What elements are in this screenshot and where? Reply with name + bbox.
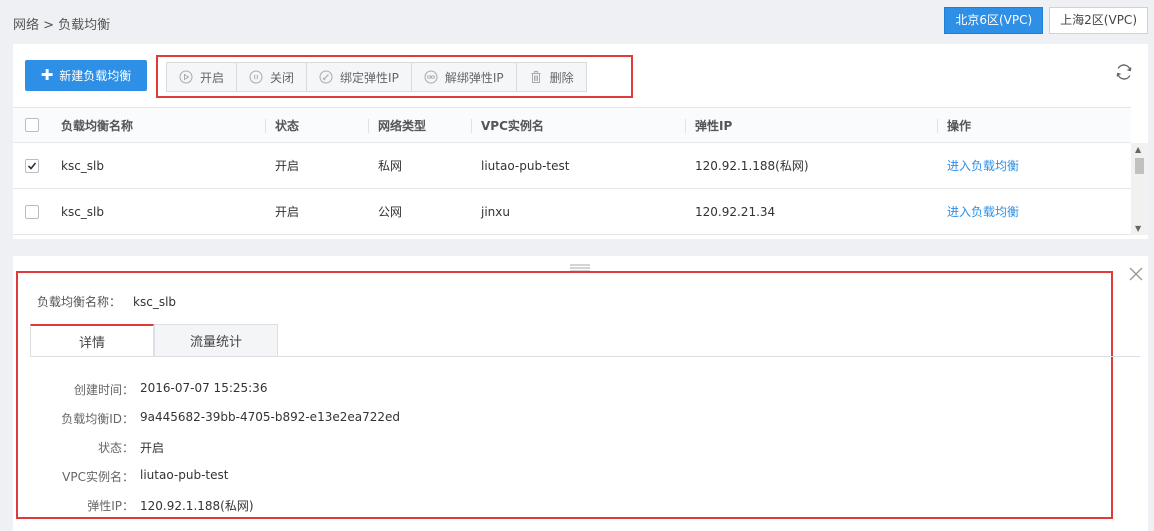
row-checkbox[interactable] bbox=[25, 204, 39, 219]
unbind-eip-button[interactable]: 解绑弹性IP bbox=[411, 63, 517, 91]
info-row-status: 状态： 开启 bbox=[18, 439, 618, 455]
trash-icon bbox=[531, 71, 541, 83]
info-label: 创建时间： bbox=[73, 383, 134, 397]
slb-status: 开启 bbox=[275, 159, 300, 173]
slb-table: 负载均衡名称 状态 网络类型 VPC实例名 弹性IP 操作 ksc_slb 开启… bbox=[13, 107, 1131, 235]
tab-traffic-stats[interactable]: 流量统计 bbox=[154, 324, 278, 357]
play-icon bbox=[179, 70, 193, 84]
region-shanghai2-button[interactable]: 上海2区(VPC) bbox=[1049, 7, 1148, 34]
link-icon bbox=[319, 70, 333, 84]
info-label: 弹性IP： bbox=[87, 499, 134, 513]
slb-status: 开启 bbox=[275, 205, 300, 219]
info-value: 9a445682-39bb-4705-b892-e13e2ea722ed bbox=[140, 410, 400, 424]
info-label: 状态： bbox=[97, 441, 134, 455]
select-all-checkbox[interactable] bbox=[25, 118, 39, 132]
info-row-created: 创建时间： 2016-07-07 15:25:36 bbox=[18, 381, 618, 397]
slb-vpc: liutao-pub-test bbox=[481, 158, 570, 173]
info-label: VPC实例名： bbox=[62, 470, 134, 484]
start-button[interactable]: 开启 bbox=[167, 63, 238, 91]
bind-eip-label: 绑定弹性IP bbox=[340, 70, 399, 85]
info-row-vpc: VPC实例名： liutao-pub-test bbox=[18, 468, 618, 484]
header-name[interactable]: 负载均衡名称 bbox=[61, 108, 133, 142]
unlink-icon bbox=[424, 70, 438, 84]
detail-highlight-frame: 负载均衡名称： ksc_slb 详情 流量统计 创建时间： 2016-07-07 … bbox=[16, 271, 1140, 519]
table-row[interactable]: ksc_slb 开启 私网 liutao-pub-test 120.92.1.1… bbox=[13, 143, 1131, 189]
detail-name-value: ksc_slb bbox=[133, 295, 177, 309]
header-action: 操作 bbox=[936, 108, 971, 142]
row-select-cell bbox=[25, 189, 39, 234]
enter-slb-link[interactable]: 进入负载均衡 bbox=[947, 189, 1019, 234]
info-row-eip: 弹性IP： 120.92.1.188(私网) bbox=[18, 497, 618, 513]
stop-label: 关闭 bbox=[270, 70, 295, 85]
slb-detail-panel: 负载均衡名称： ksc_slb 详情 流量统计 创建时间： 2016-07-07 … bbox=[13, 256, 1148, 531]
bind-eip-button[interactable]: 绑定弹性IP bbox=[307, 63, 412, 91]
close-icon[interactable] bbox=[1128, 266, 1144, 282]
check-icon bbox=[27, 161, 37, 170]
toolbar-highlight-frame: 开启 关闭 绑定弹性IP 解绑弹性IP 删除 bbox=[156, 55, 633, 98]
scrollbar-thumb[interactable] bbox=[1135, 158, 1144, 174]
slb-vpc: jinxu bbox=[481, 204, 510, 219]
detail-name-line: 负载均衡名称： ksc_slb bbox=[37, 293, 176, 310]
scroll-down-icon[interactable]: ▼ bbox=[1135, 224, 1141, 233]
stop-button[interactable]: 关闭 bbox=[237, 63, 308, 91]
enter-slb-link[interactable]: 进入负载均衡 bbox=[947, 143, 1019, 188]
info-row-id: 负载均衡ID： 9a445682-39bb-4705-b892-e13e2ea7… bbox=[18, 410, 618, 426]
info-value: 开启 bbox=[140, 441, 165, 455]
header-eip[interactable]: 弹性IP bbox=[684, 108, 732, 142]
start-label: 开启 bbox=[200, 70, 225, 85]
unbind-eip-label: 解绑弹性IP bbox=[444, 70, 504, 85]
table-row[interactable]: ksc_slb 开启 公网 jinxu 120.92.21.34 进入负载均衡 bbox=[13, 189, 1131, 235]
header-status[interactable]: 状态 bbox=[264, 108, 299, 142]
delete-button[interactable]: 删除 bbox=[516, 63, 586, 91]
action-toolbar: 开启 关闭 绑定弹性IP 解绑弹性IP 删除 bbox=[166, 62, 587, 92]
info-value: liutao-pub-test bbox=[140, 468, 229, 482]
tab-divider bbox=[30, 356, 1140, 357]
info-value: 2016-07-07 15:25:36 bbox=[140, 381, 268, 395]
region-beijing6-button[interactable]: 北京6区(VPC) bbox=[944, 7, 1044, 34]
slb-eip: 120.92.21.34 bbox=[695, 204, 776, 219]
table-header: 负载均衡名称 状态 网络类型 VPC实例名 弹性IP 操作 bbox=[13, 107, 1131, 143]
delete-label: 删除 bbox=[549, 70, 574, 85]
detail-tabs: 详情 流量统计 bbox=[30, 324, 278, 357]
slb-net-type: 公网 bbox=[378, 205, 403, 219]
detail-name-label: 负载均衡名称： bbox=[37, 295, 122, 309]
slb-name: ksc_slb bbox=[61, 158, 105, 173]
slb-name: ksc_slb bbox=[61, 204, 105, 219]
pause-icon bbox=[249, 70, 263, 84]
header-vpc[interactable]: VPC实例名 bbox=[471, 108, 544, 142]
refresh-icon[interactable] bbox=[1114, 62, 1134, 82]
table-scrollbar[interactable]: ▲ ▼ bbox=[1131, 143, 1148, 235]
slb-net-type: 私网 bbox=[378, 159, 403, 173]
row-checkbox[interactable] bbox=[25, 158, 39, 173]
create-slb-label: 新建负载均衡 bbox=[59, 69, 132, 83]
breadcrumb: 网络 > 负载均衡 bbox=[13, 18, 111, 33]
slb-list-panel: ✚ 新建负载均衡 开启 关闭 绑定弹性IP 解绑弹性IP 删除 负载均衡名称 状… bbox=[13, 44, 1148, 239]
row-select-cell bbox=[25, 143, 39, 188]
info-label: 负载均衡ID： bbox=[61, 412, 134, 426]
tab-details[interactable]: 详情 bbox=[30, 324, 154, 357]
slb-eip: 120.92.1.188(私网) bbox=[695, 159, 809, 173]
plus-icon: ✚ bbox=[40, 66, 54, 84]
info-value: 120.92.1.188(私网) bbox=[140, 499, 254, 513]
create-slb-button[interactable]: ✚ 新建负载均衡 bbox=[25, 60, 147, 91]
region-switch: 北京6区(VPC) 上海2区(VPC) bbox=[938, 7, 1148, 34]
scroll-up-icon[interactable]: ▲ bbox=[1135, 145, 1141, 154]
header-net-type[interactable]: 网络类型 bbox=[367, 108, 426, 142]
select-all-cell bbox=[25, 108, 39, 142]
